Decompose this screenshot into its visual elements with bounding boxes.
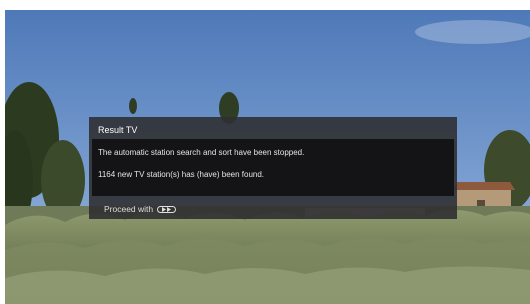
ok-button-icon [157,205,177,213]
result-tv-dialog: Result TV The automatic station search a… [89,117,457,219]
dialog-message-panel: The automatic station search and sort ha… [92,139,454,196]
proceed-hint[interactable]: Proceed with [104,204,177,214]
proceed-label: Proceed with [104,204,154,214]
stations-found-message: 1164 new TV station(s) has (have) been f… [98,170,265,179]
search-stopped-message: The automatic station search and sort ha… [98,148,305,157]
dialog-title: Result TV [98,125,138,135]
tv-screen: Result TV The automatic station search a… [5,10,530,304]
